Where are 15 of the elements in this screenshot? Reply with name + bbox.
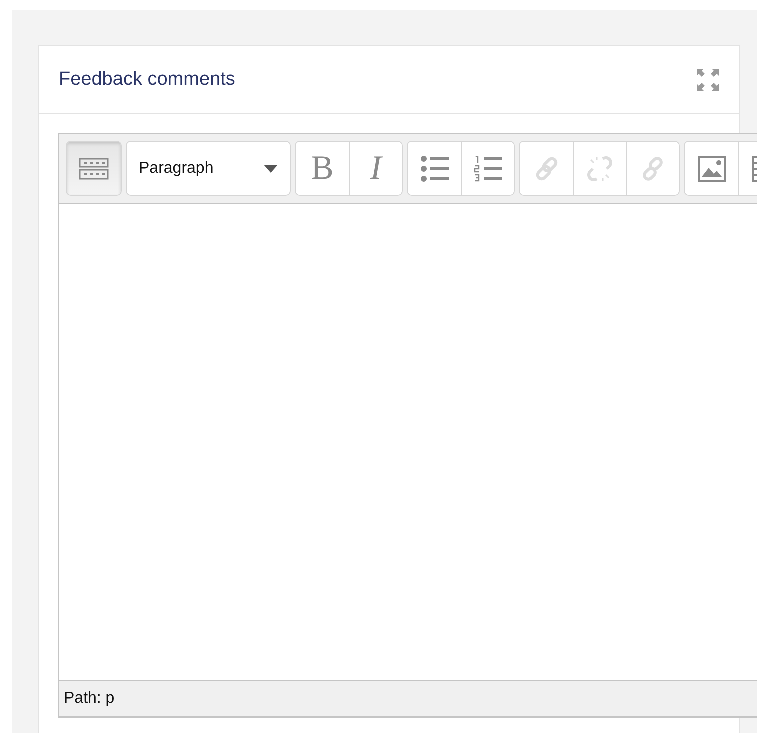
toolbar-toggle-button[interactable] (67, 142, 121, 195)
image-icon (698, 156, 726, 182)
element-path: Path: p (64, 690, 115, 708)
bullet-list-icon (420, 156, 448, 182)
numbered-list-button[interactable] (461, 142, 514, 195)
toolbar-toggle-icon (79, 158, 109, 180)
unlink-icon (587, 156, 613, 182)
numbered-list-icon (474, 156, 502, 182)
anchor-icon (640, 156, 666, 182)
fullscreen-icon[interactable] (697, 68, 719, 90)
panel-title: Feedback comments (59, 68, 236, 90)
italic-button[interactable]: I (349, 142, 402, 195)
caret-icon (264, 164, 278, 172)
paragraph-format-dropdown[interactable]: Paragraph (127, 142, 290, 195)
link-icon (534, 156, 560, 182)
